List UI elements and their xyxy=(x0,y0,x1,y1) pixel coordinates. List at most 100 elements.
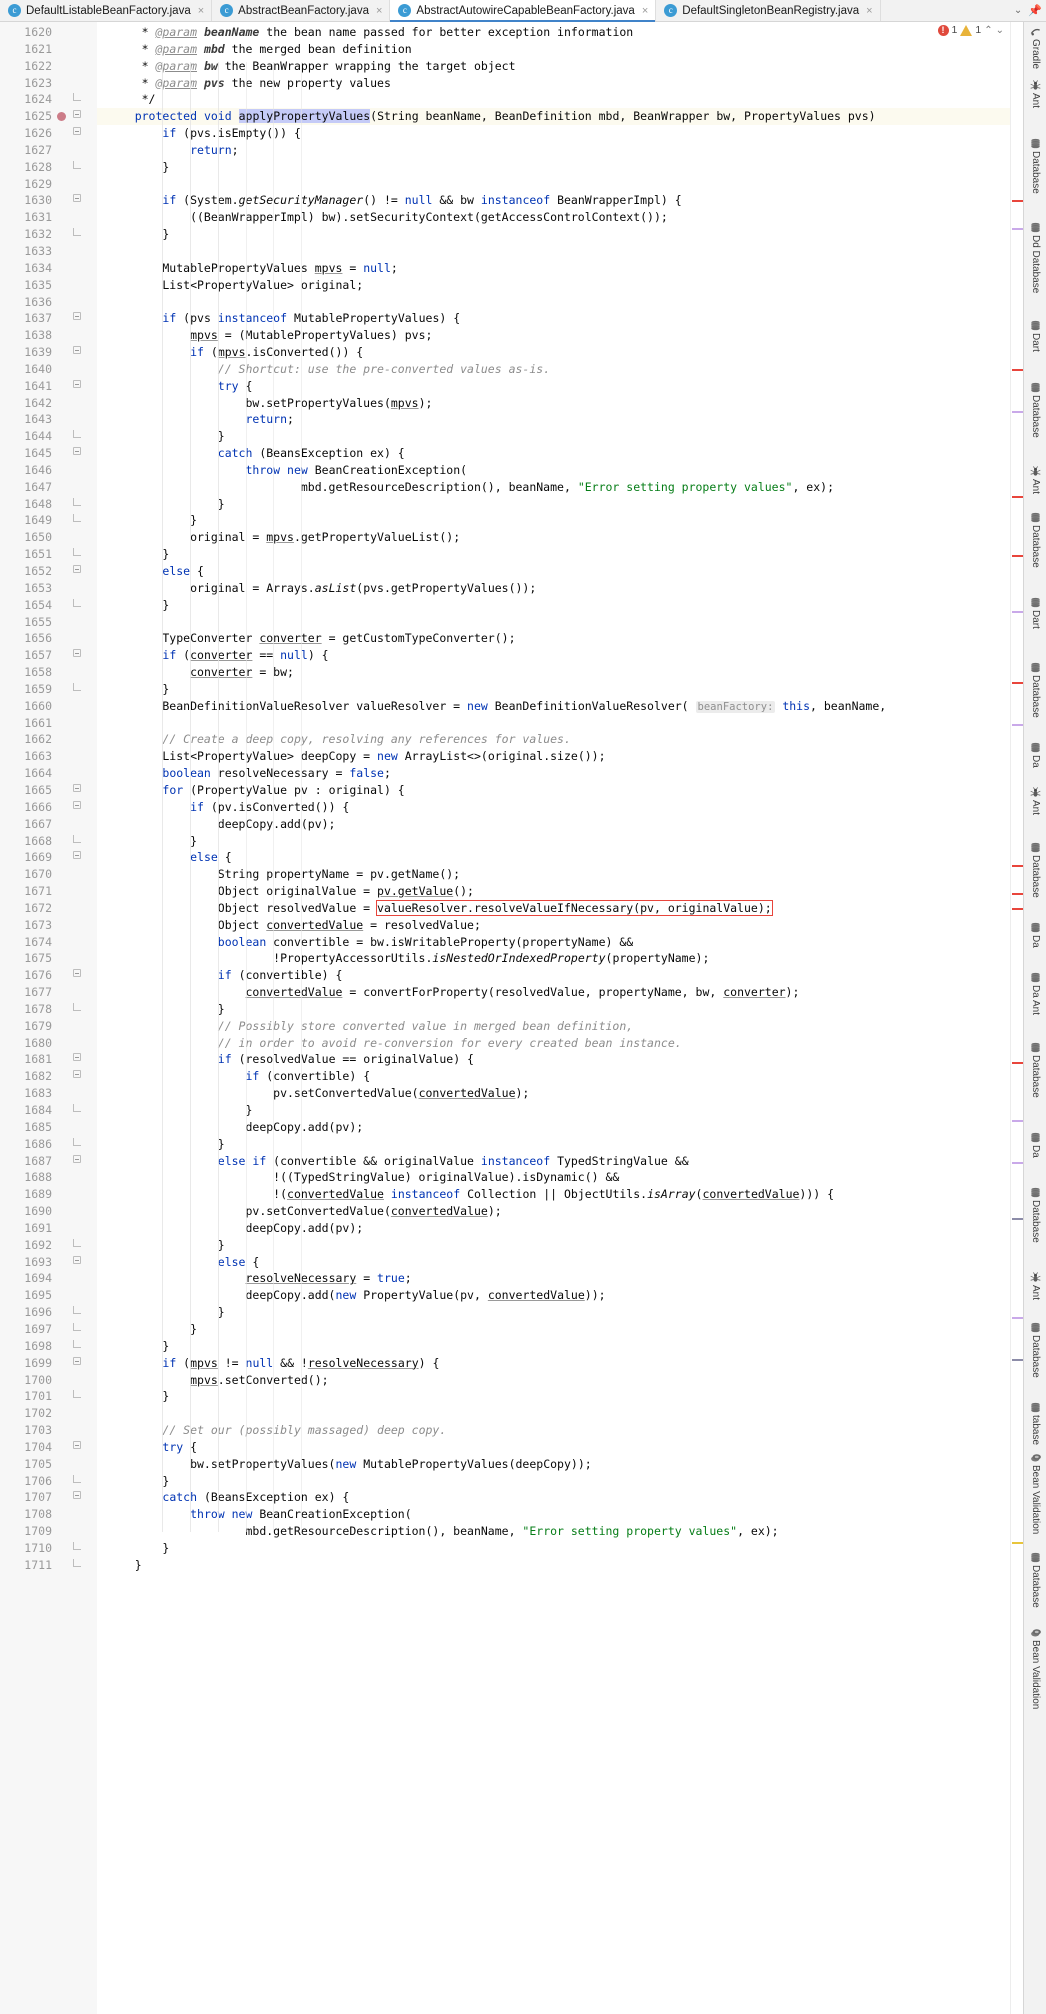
code-line[interactable]: !PropertyAccessorUtils.isNestedOrIndexed… xyxy=(97,950,1010,967)
gutter-line[interactable]: 1647 xyxy=(0,479,97,496)
gutter-line[interactable]: 1688 xyxy=(0,1169,97,1186)
gutter-line[interactable]: 1692 xyxy=(0,1237,97,1254)
fold-end-icon[interactable] xyxy=(73,1002,81,1011)
code-line[interactable]: * @param bw the BeanWrapper wrapping the… xyxy=(97,58,1010,75)
code-line[interactable]: } xyxy=(97,159,1010,176)
gutter-line[interactable]: 1658 xyxy=(0,664,97,681)
code-line[interactable] xyxy=(97,715,1010,732)
rail-item-tabase[interactable]: tabase xyxy=(1024,1402,1046,1445)
code-line[interactable]: List<PropertyValue> deepCopy = new Array… xyxy=(97,748,1010,765)
fold-toggle-icon[interactable] xyxy=(70,1001,84,1018)
gutter-line[interactable]: 1661 xyxy=(0,715,97,732)
fold-end-icon[interactable] xyxy=(73,160,81,169)
code-line[interactable] xyxy=(97,243,1010,260)
fold-toggle-icon[interactable] xyxy=(70,1540,84,1557)
fold-toggle-icon[interactable] xyxy=(70,1237,84,1254)
fold-end-icon[interactable] xyxy=(73,430,81,439)
code-line[interactable]: } xyxy=(97,1338,1010,1355)
gutter-line[interactable]: 1630 xyxy=(0,192,97,209)
code-area[interactable]: ! 1 1 ⌃ ⌄ * @param beanName the bean nam… xyxy=(97,22,1010,2014)
code-line[interactable]: * @param beanName the bean name passed f… xyxy=(97,24,1010,41)
rail-item-dart[interactable]: Dart xyxy=(1024,597,1046,629)
fold-toggle-icon[interactable] xyxy=(70,563,84,580)
code-line[interactable]: */ xyxy=(97,91,1010,108)
code-line[interactable]: * @param pvs the new property values xyxy=(97,75,1010,92)
code-line[interactable]: } xyxy=(97,1001,1010,1018)
fold-collapse-icon[interactable] xyxy=(73,194,81,203)
gutter-line[interactable]: 1627 xyxy=(0,142,97,159)
gutter-line[interactable]: 1632 xyxy=(0,226,97,243)
error-stripe-marker[interactable] xyxy=(1012,1218,1023,1220)
gutter-line[interactable]: 1680 xyxy=(0,1035,97,1052)
inspection-widget[interactable]: ! 1 1 ⌃ ⌄ xyxy=(935,24,1006,36)
chevron-down-icon[interactable]: ⌄ xyxy=(1014,5,1022,16)
gutter-line[interactable]: 1711 xyxy=(0,1557,97,1574)
fold-toggle-icon[interactable] xyxy=(70,1489,84,1506)
rail-item-database[interactable]: Database xyxy=(1024,1322,1046,1378)
fold-end-icon[interactable] xyxy=(73,1238,81,1247)
code-line[interactable] xyxy=(97,176,1010,193)
code-line[interactable]: // Set our (possibly massaged) deep copy… xyxy=(97,1422,1010,1439)
code-line[interactable]: mpvs = (MutablePropertyValues) pvs; xyxy=(97,327,1010,344)
gutter-line[interactable]: 1666 xyxy=(0,799,97,816)
code-line[interactable]: } xyxy=(97,546,1010,563)
code-line[interactable]: List<PropertyValue> original; xyxy=(97,277,1010,294)
code-line[interactable]: convertedValue = convertForProperty(reso… xyxy=(97,984,1010,1001)
gutter-line[interactable]: 1638 xyxy=(0,327,97,344)
gutter-line[interactable]: 1667 xyxy=(0,816,97,833)
code-line[interactable]: boolean convertible = bw.isWritablePrope… xyxy=(97,934,1010,951)
fold-toggle-icon[interactable] xyxy=(70,496,84,513)
fold-end-icon[interactable] xyxy=(73,228,81,237)
code-line[interactable]: if (pvs.isEmpty()) { xyxy=(97,125,1010,142)
fold-toggle-icon[interactable] xyxy=(70,647,84,664)
code-line[interactable]: * @param mbd the merged bean definition xyxy=(97,41,1010,58)
gutter-line[interactable]: 1703 xyxy=(0,1422,97,1439)
gutter-line[interactable]: 1678 xyxy=(0,1001,97,1018)
fold-collapse-icon[interactable] xyxy=(73,312,81,321)
code-line[interactable]: deepCopy.add(pv); xyxy=(97,1119,1010,1136)
gutter-line[interactable]: 1675 xyxy=(0,950,97,967)
fold-end-icon[interactable] xyxy=(73,93,81,102)
fold-end-icon[interactable] xyxy=(73,598,81,607)
gutter-line[interactable]: 1704 xyxy=(0,1439,97,1456)
fold-toggle-icon[interactable] xyxy=(70,1388,84,1405)
rail-item-database[interactable]: Database xyxy=(1024,382,1046,438)
code-line[interactable]: throw new BeanCreationException( xyxy=(97,462,1010,479)
code-line[interactable]: } xyxy=(97,496,1010,513)
gutter-line[interactable]: 1706 xyxy=(0,1473,97,1490)
fold-collapse-icon[interactable] xyxy=(73,649,81,658)
code-line[interactable] xyxy=(97,294,1010,311)
code-line[interactable]: protected void applyPropertyValues(Strin… xyxy=(97,108,1010,126)
fold-collapse-icon[interactable] xyxy=(73,346,81,355)
fold-end-icon[interactable] xyxy=(73,514,81,523)
code-line[interactable]: // in order to avoid re-conversion for e… xyxy=(97,1035,1010,1052)
code-line[interactable]: String propertyName = pv.getName(); xyxy=(97,866,1010,883)
fold-collapse-icon[interactable] xyxy=(73,110,81,119)
fold-toggle-icon[interactable] xyxy=(70,1473,84,1490)
fold-end-icon[interactable] xyxy=(73,1558,81,1567)
rail-item-dd-database[interactable]: Dd Database xyxy=(1024,222,1046,293)
fold-toggle-icon[interactable] xyxy=(70,192,84,209)
code-line[interactable]: if (resolvedValue == originalValue) { xyxy=(97,1051,1010,1068)
code-line[interactable]: // Possibly store converted value in mer… xyxy=(97,1018,1010,1035)
rail-item-database[interactable]: Database xyxy=(1024,1042,1046,1098)
fold-toggle-icon[interactable] xyxy=(70,799,84,816)
editor-gutter[interactable]: 1620 1621 1622 1623 1624 1625 1626 1627 1628 1629… xyxy=(0,22,97,2014)
rail-item-database[interactable]: Database xyxy=(1024,1187,1046,1243)
code-line[interactable]: } xyxy=(97,1304,1010,1321)
code-line[interactable]: mbd.getResourceDescription(), beanName, … xyxy=(97,1523,1010,1540)
code-line[interactable] xyxy=(97,614,1010,631)
gutter-line[interactable]: 1698 xyxy=(0,1338,97,1355)
gutter-line[interactable]: 1633 xyxy=(0,243,97,260)
error-stripe-marker[interactable] xyxy=(1012,411,1023,413)
fold-toggle-icon[interactable] xyxy=(70,1068,84,1085)
gutter-line[interactable]: 1620 xyxy=(0,24,97,41)
editor-tab-1[interactable]: c AbstractBeanFactory.java × xyxy=(212,0,391,21)
code-line[interactable]: ((BeanWrapperImpl) bw).setSecurityContex… xyxy=(97,209,1010,226)
editor-tab-0[interactable]: c DefaultListableBeanFactory.java × xyxy=(0,0,213,21)
code-line[interactable]: } xyxy=(97,428,1010,445)
code-line[interactable]: Object convertedValue = resolvedValue; xyxy=(97,917,1010,934)
fold-toggle-icon[interactable] xyxy=(70,108,84,125)
code-line[interactable]: converter = bw; xyxy=(97,664,1010,681)
fold-toggle-icon[interactable] xyxy=(70,546,84,563)
